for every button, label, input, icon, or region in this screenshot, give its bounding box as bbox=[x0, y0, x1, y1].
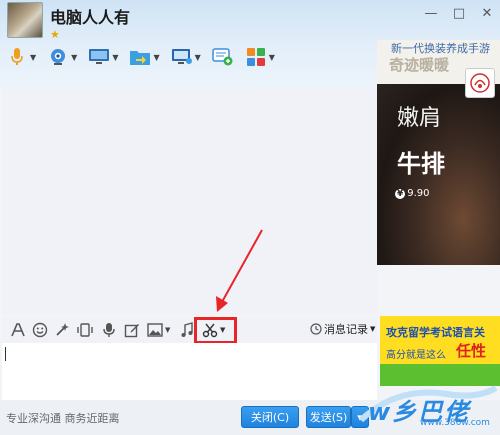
currency-icon: ¥ bbox=[395, 189, 406, 199]
ad-panel[interactable]: 新一代换装养成手游 奇迹暖暖 嫩肩 牛排 ¥9.90 bbox=[377, 40, 500, 265]
promo-highlight: 任性 bbox=[456, 342, 487, 360]
ad-price: ¥9.90 bbox=[395, 188, 430, 199]
remote-desktop-button[interactable]: ▼ bbox=[171, 45, 201, 69]
promo-subline: 高分就是这么 bbox=[386, 350, 446, 361]
ad-headline-2: 牛排 bbox=[397, 150, 445, 178]
chat-add-icon bbox=[212, 47, 234, 67]
magic-wand-icon[interactable] bbox=[54, 322, 70, 338]
chat-window: 电脑人人有 ★ — □ ✕ ▼ ▼ ▼ ▼ ▼ ▼ 新一代换装养成手游 奇迹暖暖… bbox=[0, 0, 500, 435]
minimize-icon[interactable]: — bbox=[424, 6, 438, 21]
promo-headline: 攻克留学考试语言关 bbox=[386, 326, 485, 339]
music-icon[interactable] bbox=[180, 322, 194, 338]
webcam-icon bbox=[47, 47, 69, 67]
emoji-icon[interactable] bbox=[32, 322, 48, 338]
avatar[interactable] bbox=[7, 2, 43, 38]
voice-call-button[interactable]: ▼ bbox=[6, 45, 36, 69]
chevron-down-icon[interactable]: ▼ bbox=[112, 53, 118, 62]
contact-name[interactable]: 电脑人人有 bbox=[50, 4, 130, 28]
app-center-button[interactable]: ▼ bbox=[245, 45, 275, 69]
remote-desktop-icon bbox=[171, 47, 193, 67]
ad-price-value: 9.90 bbox=[407, 188, 430, 199]
vibrate-icon[interactable] bbox=[76, 322, 94, 338]
monitor-icon bbox=[88, 47, 110, 67]
clock-icon bbox=[310, 323, 322, 335]
folder-icon bbox=[129, 47, 151, 67]
video-call-button[interactable]: ▼ bbox=[47, 45, 77, 69]
chevron-down-icon[interactable]: ▼ bbox=[269, 53, 275, 62]
chevron-down-icon[interactable]: ▼ bbox=[165, 326, 170, 334]
send-button[interactable]: 发送(S) bbox=[306, 406, 351, 428]
chevron-down-icon[interactable]: ▼ bbox=[370, 325, 375, 333]
message-history-button[interactable]: 消息记录 ▼ bbox=[310, 321, 375, 337]
screenshot-tool-highlight bbox=[194, 317, 237, 344]
chevron-down-icon[interactable]: ▼ bbox=[153, 53, 159, 62]
chat-toolbar: ▼ ▼ ▼ ▼ ▼ ▼ bbox=[6, 44, 275, 70]
chevron-down-icon[interactable]: ▼ bbox=[71, 53, 77, 62]
chevron-down-icon[interactable]: ▼ bbox=[30, 53, 36, 62]
ad-logo-icon bbox=[465, 68, 495, 98]
history-label: 消息记录 bbox=[324, 323, 368, 336]
text-caret bbox=[5, 347, 6, 361]
ad-game-name: 奇迹暖暖 bbox=[389, 56, 450, 74]
microphone-icon bbox=[6, 47, 28, 67]
close-icon[interactable]: ✕ bbox=[480, 6, 494, 21]
ad-headline-1: 嫩肩 bbox=[397, 106, 442, 131]
create-group-button[interactable] bbox=[212, 45, 234, 69]
vip-star-icon: ★ bbox=[50, 28, 60, 41]
voice-message-icon[interactable] bbox=[102, 322, 116, 338]
chevron-down-icon[interactable]: ▼ bbox=[195, 53, 201, 62]
message-history-area[interactable] bbox=[2, 88, 377, 315]
screen-share-button[interactable]: ▼ bbox=[88, 45, 118, 69]
font-icon[interactable] bbox=[10, 322, 26, 338]
send-file-button[interactable]: ▼ bbox=[129, 45, 160, 69]
message-input[interactable] bbox=[2, 343, 377, 400]
window-controls: — □ ✕ bbox=[424, 6, 494, 21]
watermark-url: www.386w.com bbox=[420, 418, 490, 428]
image-icon[interactable]: ▼ bbox=[147, 322, 170, 338]
close-button[interactable]: 关闭(C) bbox=[241, 406, 299, 428]
slogan-text: 专业深沟通 商务近距离 bbox=[6, 412, 120, 425]
edit-icon[interactable] bbox=[124, 322, 140, 338]
maximize-icon[interactable]: □ bbox=[452, 6, 466, 21]
apps-grid-icon bbox=[245, 47, 267, 67]
promo-ad[interactable]: 攻克留学考试语言关 高分就是这么 任性 bbox=[380, 316, 500, 386]
